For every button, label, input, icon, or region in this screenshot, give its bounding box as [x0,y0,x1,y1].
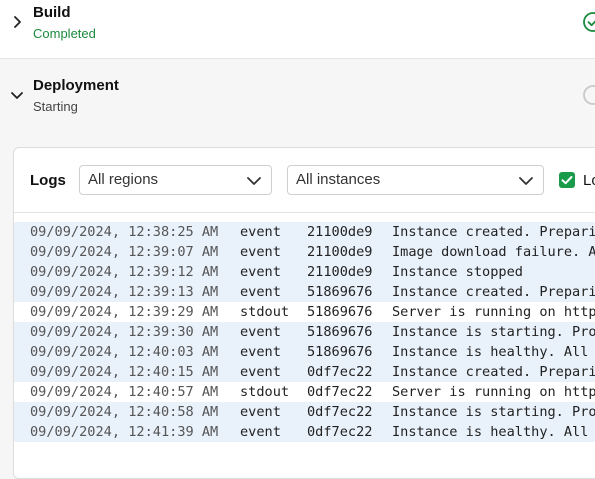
log-row: 09/09/2024, 12:39:29 AM stdout 51869676 Ser… [14,302,595,322]
instance-select-value: All instances [296,171,381,188]
log-instance-id: 21100de9 [307,244,373,260]
region-select-value: All regions [88,171,159,188]
log-timestamp: 09/09/2024, 12:40:58 AM [30,404,219,420]
log-stream: event [240,264,281,280]
deployment-title: Deployment [33,77,119,94]
log-row: 09/09/2024, 12:39:30 AM event 51869676 Inst… [14,322,595,342]
log-stream: event [240,344,281,360]
log-timestamp: 09/09/2024, 12:38:25 AM [30,224,219,240]
log-message: Instance is healthy. All [392,424,589,440]
toolbar-divider [14,212,595,213]
log-instance-id: 0df7ec22 [307,404,373,420]
build-status: Completed [33,26,96,41]
log-instance-id: 51869676 [307,344,373,360]
log-row: 09/09/2024, 12:39:13 AM event 51869676 Inst… [14,282,595,302]
log-message: Instance is starting. Pro [392,404,595,420]
chevron-down-icon [519,177,533,185]
chevron-down-icon[interactable] [9,87,25,103]
log-message: Server is running on http [392,304,595,320]
log-timestamp: 09/09/2024, 12:39:30 AM [30,324,219,340]
build-title: Build [33,4,71,21]
log-stream: event [240,364,281,380]
log-row: 09/09/2024, 12:39:12 AM event 21100de9 Inst… [14,262,595,282]
log-instance-id: 51869676 [307,304,373,320]
build-section[interactable]: Build Completed [0,0,595,59]
log-stream: stdout [240,384,290,400]
log-stream: event [240,224,281,240]
log-timestamp: 09/09/2024, 12:40:57 AM [30,384,219,400]
log-stream: stdout [240,304,290,320]
log-message: Image download failure. A [392,244,595,260]
log-instance-id: 21100de9 [307,224,373,240]
deployment-section[interactable]: Deployment Starting [0,59,595,129]
log-stream: event [240,284,281,300]
log-stream: event [240,424,281,440]
spinner-icon [583,85,595,105]
chevron-down-icon [247,177,261,185]
log-message: Instance is healthy. All [392,344,589,360]
log-stream: event [240,244,281,260]
log-message: Instance created. Prepari [392,224,595,240]
log-timestamp: 09/09/2024, 12:39:12 AM [30,264,219,280]
chevron-right-icon[interactable] [9,14,25,30]
log-row: 09/09/2024, 12:41:39 AM event 0df7ec22 Inst… [14,422,595,442]
log-timestamp: 09/09/2024, 12:40:03 AM [30,344,219,360]
check-circle-icon [583,12,595,32]
log-instance-id: 0df7ec22 [307,384,373,400]
log-stream: event [240,404,281,420]
instance-select[interactable]: All instances [287,165,544,195]
log-instance-id: 51869676 [307,324,373,340]
log-list: 09/09/2024, 12:38:25 AM event 21100de9 Inst… [14,222,595,442]
log-row: 09/09/2024, 12:40:03 AM event 51869676 Inst… [14,342,595,362]
log-timestamp: 09/09/2024, 12:39:07 AM [30,244,219,260]
log-stream: event [240,324,281,340]
log-message: Instance stopped [392,264,523,280]
log-message: Instance created. Prepari [392,364,595,380]
log-message: Instance is starting. Pro [392,324,595,340]
log-instance-id: 0df7ec22 [307,424,373,440]
log-row: 09/09/2024, 12:40:58 AM event 0df7ec22 Inst… [14,402,595,422]
logs-checkbox-label: Lo [583,172,595,189]
log-row: 09/09/2024, 12:39:07 AM event 21100de9 Imag… [14,242,595,262]
logs-label: Logs [30,172,66,189]
log-row: 09/09/2024, 12:40:57 AM stdout 0df7ec22 Ser… [14,382,595,402]
log-instance-id: 51869676 [307,284,373,300]
log-message: Server is running on http [392,384,595,400]
log-row: 09/09/2024, 12:40:15 AM event 0df7ec22 Inst… [14,362,595,382]
log-timestamp: 09/09/2024, 12:40:15 AM [30,364,219,380]
logs-checkbox[interactable] [559,172,575,188]
region-select[interactable]: All regions [79,165,272,195]
log-timestamp: 09/09/2024, 12:41:39 AM [30,424,219,440]
log-timestamp: 09/09/2024, 12:39:13 AM [30,284,219,300]
log-message: Instance created. Prepari [392,284,595,300]
log-instance-id: 21100de9 [307,264,373,280]
checkmark-icon [561,176,573,185]
logs-panel: Logs All regions All instances Lo 09/09/… [13,147,595,479]
log-instance-id: 0df7ec22 [307,364,373,380]
deployment-status: Starting [33,99,78,114]
log-timestamp: 09/09/2024, 12:39:29 AM [30,304,219,320]
log-row: 09/09/2024, 12:38:25 AM event 21100de9 Inst… [14,222,595,242]
